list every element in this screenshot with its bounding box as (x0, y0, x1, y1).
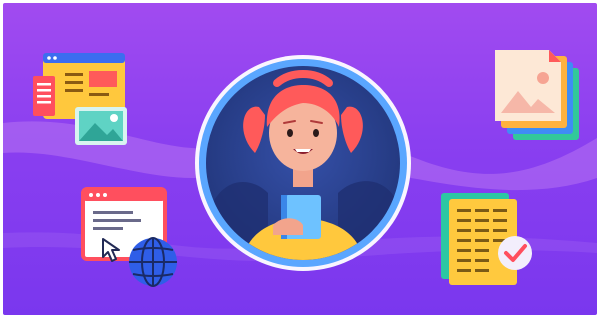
spreadsheet-check-icon (441, 193, 532, 285)
browser-cursor-globe-icon (81, 187, 177, 287)
hero-illustration (3, 3, 597, 315)
avatar (195, 55, 411, 271)
photo-stack-icon (495, 50, 579, 140)
illustration-scene (3, 50, 597, 287)
